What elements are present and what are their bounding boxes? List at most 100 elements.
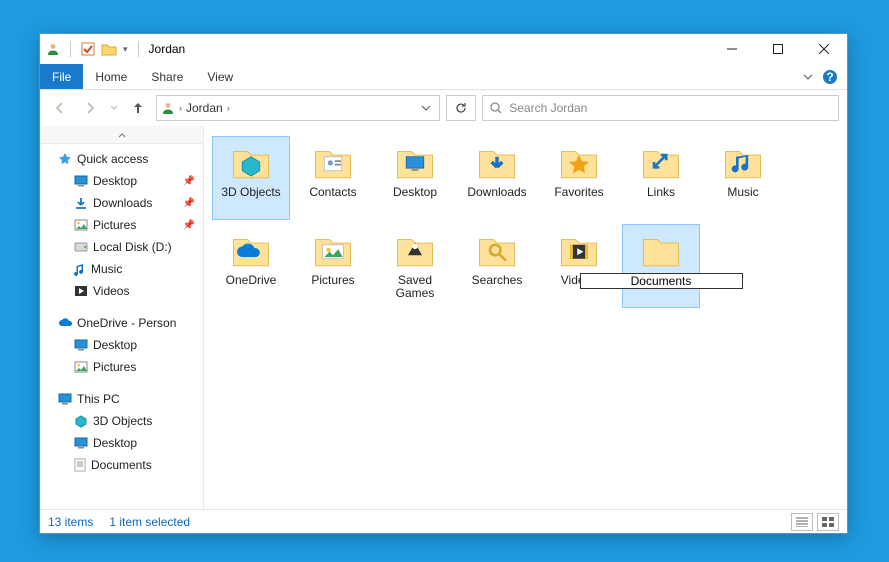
address-bar[interactable]: › Jordan › xyxy=(156,95,440,121)
folder-item-desktop[interactable]: Desktop xyxy=(376,136,454,220)
tree-item-downloads[interactable]: Downloads📌 xyxy=(40,192,203,214)
tree-item-desktop[interactable]: Desktop xyxy=(40,334,203,356)
folder-item-contacts[interactable]: Contacts xyxy=(294,136,372,220)
folder-item-searches[interactable]: Searches xyxy=(458,224,536,308)
window-title: Jordan xyxy=(149,42,186,56)
tree-label: OneDrive - Person xyxy=(77,316,176,330)
games-icon xyxy=(389,227,441,273)
forward-button[interactable] xyxy=(78,96,102,120)
item-label: Searches xyxy=(470,273,525,288)
items-pane[interactable]: 3D Objects Contacts DesktopDownloadsFavori… xyxy=(204,126,847,509)
tab-share[interactable]: Share xyxy=(139,64,195,89)
recent-locations-icon[interactable] xyxy=(108,96,120,120)
folder-item-favorites[interactable]: Favorites xyxy=(540,136,618,220)
tree-scroll-up-icon[interactable] xyxy=(40,126,203,144)
tree-item-3d-objects[interactable]: 3D Objects xyxy=(40,410,203,432)
ribbon-tabs: File Home Share View ? xyxy=(40,64,847,90)
maximize-button[interactable] xyxy=(755,34,801,64)
refresh-button[interactable] xyxy=(446,95,476,121)
view-details-button[interactable] xyxy=(791,513,813,531)
tree-item-label: 3D Objects xyxy=(93,414,152,428)
qat-dropdown-icon[interactable]: ▾ xyxy=(123,44,128,55)
pictures-icon xyxy=(74,219,88,231)
address-dropdown-icon[interactable] xyxy=(417,103,435,113)
onedrive-icon xyxy=(58,317,72,329)
tab-file[interactable]: File xyxy=(40,64,83,89)
item-label: Pictures xyxy=(309,273,356,288)
tree-item-videos[interactable]: Videos xyxy=(40,280,203,302)
minimize-button[interactable] xyxy=(709,34,755,64)
pictures-icon xyxy=(307,227,359,273)
folder-item-documents[interactable] xyxy=(622,224,700,308)
tree-item-label: Pictures xyxy=(93,360,136,374)
3d-icon xyxy=(74,414,88,428)
status-bar: 13 items 1 item selected xyxy=(40,509,847,533)
folder-item-pictures[interactable]: Pictures xyxy=(294,224,372,308)
desktop-icon xyxy=(74,175,88,187)
downloads-icon xyxy=(471,139,523,185)
pictures-icon xyxy=(74,361,88,373)
folder-item-saved-games[interactable]: Saved Games xyxy=(376,224,454,308)
tree-this-pc[interactable]: This PC xyxy=(40,388,203,410)
tree-onedrive[interactable]: OneDrive - Person xyxy=(40,312,203,334)
breadcrumb-segment[interactable]: Jordan xyxy=(186,101,223,115)
folder-item-links[interactable]: Links xyxy=(622,136,700,220)
nav-row: › Jordan › Search Jordan xyxy=(40,90,847,126)
3d-icon xyxy=(225,139,277,185)
back-button[interactable] xyxy=(48,96,72,120)
folder-item-3d-objects[interactable]: 3D Objects xyxy=(212,136,290,220)
videos-icon xyxy=(74,285,88,297)
nav-tree: Quick access Desktop📌Downloads📌Pictures📌… xyxy=(40,126,204,509)
music-icon xyxy=(74,262,86,276)
user-avatar-icon xyxy=(161,101,175,115)
tree-label: Quick access xyxy=(77,152,148,166)
tree-item-label: Downloads xyxy=(93,196,152,210)
quick-access-toolbar: ▾ xyxy=(46,41,143,57)
close-button[interactable] xyxy=(801,34,847,64)
status-count: 13 items xyxy=(48,515,93,529)
tree-item-desktop[interactable]: Desktop📌 xyxy=(40,170,203,192)
tree-item-local-disk-d-[interactable]: Local Disk (D:) xyxy=(40,236,203,258)
user-avatar-icon xyxy=(46,42,60,56)
search-placeholder: Search Jordan xyxy=(509,101,587,115)
breadcrumb-chevron-icon[interactable]: › xyxy=(179,103,182,113)
tree-item-pictures[interactable]: Pictures xyxy=(40,356,203,378)
folder-icon xyxy=(101,42,117,56)
tab-view[interactable]: View xyxy=(195,64,245,89)
tree-item-label: Desktop xyxy=(93,338,137,352)
folder-item-onedrive[interactable]: OneDrive xyxy=(212,224,290,308)
tree-item-pictures[interactable]: Pictures📌 xyxy=(40,214,203,236)
desktop-folder-icon xyxy=(389,139,441,185)
checkbox-icon[interactable] xyxy=(81,42,95,56)
up-button[interactable] xyxy=(126,96,150,120)
links-icon xyxy=(635,139,687,185)
tree-item-label: Desktop xyxy=(93,436,137,450)
folder-item-videos[interactable]: Videos xyxy=(540,224,618,308)
this-pc-icon xyxy=(58,393,72,405)
svg-text:?: ? xyxy=(826,70,833,84)
body: Quick access Desktop📌Downloads📌Pictures📌… xyxy=(40,126,847,509)
favorites-icon xyxy=(553,139,605,185)
search-box[interactable]: Search Jordan xyxy=(482,95,839,121)
tree-item-music[interactable]: Music xyxy=(40,258,203,280)
star-pin-icon xyxy=(58,152,72,166)
tree-quick-access[interactable]: Quick access xyxy=(40,148,203,170)
desktop-icon xyxy=(74,339,88,351)
folder-item-music[interactable]: Music xyxy=(704,136,782,220)
tree-content: Quick access Desktop📌Downloads📌Pictures📌… xyxy=(40,144,203,509)
tree-item-desktop[interactable]: Desktop xyxy=(40,432,203,454)
tree-item-documents[interactable]: Documents xyxy=(40,454,203,476)
breadcrumb-chevron-icon[interactable]: › xyxy=(227,103,230,113)
view-large-icons-button[interactable] xyxy=(817,513,839,531)
downloads-icon xyxy=(74,196,88,210)
folder-item-downloads[interactable]: Downloads xyxy=(458,136,536,220)
ribbon-expand-icon[interactable] xyxy=(797,64,819,89)
rename-input[interactable] xyxy=(580,273,743,289)
help-icon[interactable]: ? xyxy=(819,64,841,89)
desktop-icon xyxy=(74,437,88,449)
item-label: Contacts xyxy=(307,185,358,200)
tab-home[interactable]: Home xyxy=(83,64,139,89)
tree-item-label: Music xyxy=(91,262,122,276)
disk-icon xyxy=(74,242,88,252)
status-selection: 1 item selected xyxy=(109,515,190,529)
